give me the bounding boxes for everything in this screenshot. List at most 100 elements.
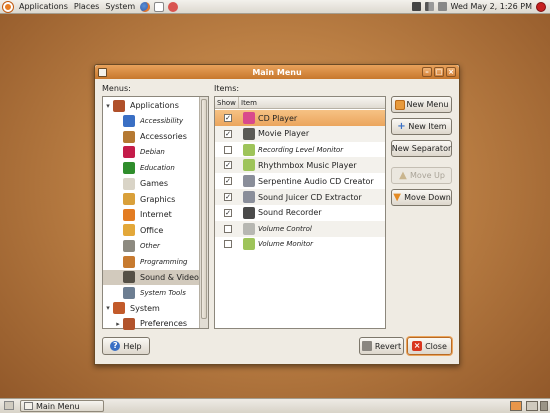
item-row[interactable]: Volume Monitor <box>215 236 385 252</box>
close-button[interactable]: × Close <box>407 337 452 355</box>
minimize-icon[interactable]: – <box>422 67 432 77</box>
main-menu-task-icon <box>24 402 33 410</box>
item-row[interactable]: ✓ CD Player <box>215 110 385 126</box>
show-checkbox[interactable]: ✓ <box>224 193 232 201</box>
mail-notify-icon[interactable] <box>437 2 447 11</box>
show-desktop-icon[interactable] <box>4 401 14 410</box>
workspace-1[interactable] <box>510 401 522 411</box>
menu-category-icon <box>123 224 135 237</box>
show-checkbox[interactable] <box>224 145 232 154</box>
item-icon <box>243 206 255 219</box>
menu-tree-item[interactable]: Games <box>103 176 199 191</box>
menu-tree-item[interactable]: Accessibility <box>103 114 199 129</box>
firefox-launcher-icon[interactable] <box>140 1 151 12</box>
menu-tree-item[interactable]: System Tools <box>103 285 199 300</box>
menu-tree-item[interactable]: Internet <box>103 207 199 222</box>
item-label: CD Player <box>258 113 298 123</box>
close-window-icon[interactable]: × <box>446 67 456 77</box>
new-menu-button[interactable]: New Menu <box>391 96 452 113</box>
menu-tree-item[interactable]: ▾ Applications <box>103 98 199 113</box>
places-menu[interactable]: Places <box>71 2 102 11</box>
item-column-header[interactable]: Item <box>239 97 385 108</box>
expander-icon[interactable]: ▾ <box>103 304 113 312</box>
help-label: Help <box>123 341 142 351</box>
menu-tree-item[interactable]: ▾ System <box>103 301 199 316</box>
arrow-down-icon: ▼ <box>393 191 401 203</box>
title-bar[interactable]: Main Menu – □ × <box>95 65 459 79</box>
menu-tree-item[interactable]: Debian <box>103 145 199 160</box>
menu-category-icon <box>123 255 135 268</box>
tree-indent[interactable]: ▸ <box>113 320 123 328</box>
menu-category-icon <box>113 99 125 112</box>
network-icon[interactable] <box>411 2 421 11</box>
items-label: Items: <box>214 84 240 93</box>
items-list[interactable]: Show Item ✓ CD Player ✓ Movie Player Recordi… <box>214 96 386 329</box>
top-panel: Applications Places System Wed May 2, 1:… <box>0 0 550 14</box>
expander-icon[interactable]: ▾ <box>103 102 113 110</box>
item-label: Rhythmbox Music Player <box>258 160 357 170</box>
menu-tree-item[interactable]: Other <box>103 238 199 253</box>
revert-label: Revert <box>374 341 402 351</box>
item-row[interactable]: ✓ Sound Recorder <box>215 205 385 221</box>
menu-tree-item[interactable]: Accessories <box>103 129 199 144</box>
taskbar-main-menu[interactable]: Main Menu <box>20 400 104 412</box>
show-checkbox[interactable]: ✓ <box>224 129 232 138</box>
menu-category-icon <box>123 208 135 221</box>
help-icon: ? <box>110 341 121 351</box>
revert-button[interactable]: Revert <box>359 337 404 355</box>
show-checkbox[interactable] <box>224 240 232 249</box>
clock[interactable]: Wed May 2, 1:26 PM <box>451 2 532 11</box>
show-checkbox[interactable]: ✓ <box>224 208 232 217</box>
menu-tree-item[interactable]: Sound & Video <box>103 269 199 285</box>
item-row[interactable]: ✓ Serpentine Audio CD Creator <box>215 173 385 189</box>
menus-tree[interactable]: ▾ Applications Accessibility Accessories Deb… <box>102 96 209 331</box>
show-checkbox[interactable] <box>224 224 232 233</box>
power-icon[interactable] <box>536 1 546 12</box>
item-label: Recording Level Monitor <box>258 145 344 154</box>
help-launcher-icon[interactable] <box>168 1 179 12</box>
ubuntu-logo-icon[interactable] <box>3 1 13 12</box>
menu-tree-item[interactable]: Education <box>103 160 199 175</box>
menu-tree-label: Preferences <box>140 319 188 329</box>
menu-tree-item[interactable]: Office <box>103 223 199 238</box>
item-label: Volume Monitor <box>258 240 314 249</box>
trash-icon[interactable] <box>540 401 548 411</box>
new-separator-button[interactable]: New Separator <box>391 140 452 157</box>
maximize-icon[interactable]: □ <box>434 67 444 77</box>
show-checkbox[interactable]: ✓ <box>224 114 232 122</box>
show-checkbox[interactable]: ✓ <box>224 177 232 186</box>
menu-tree-label: Other <box>140 241 160 250</box>
applications-menu[interactable]: Applications <box>16 2 71 11</box>
menu-tree-item[interactable]: Programming <box>103 254 199 269</box>
volume-icon[interactable] <box>424 2 434 11</box>
item-row[interactable]: ✓ Rhythmbox Music Player <box>215 157 385 174</box>
menu-tree-item[interactable]: ▸ Preferences <box>103 316 199 331</box>
move-down-button[interactable]: ▼ Move Down <box>391 189 452 206</box>
show-checkbox[interactable]: ✓ <box>224 161 232 170</box>
task-label: Main Menu <box>36 401 80 411</box>
move-down-label: Move Down <box>404 193 451 202</box>
move-up-button[interactable]: ▲ Move Up <box>391 167 452 184</box>
menu-tree-item[interactable]: Graphics <box>103 192 199 207</box>
menu-category-icon <box>123 271 135 284</box>
new-item-button[interactable]: + New Item <box>391 118 452 135</box>
menu-tree-label: Graphics <box>140 194 176 204</box>
item-row[interactable]: Recording Level Monitor <box>215 142 385 158</box>
workspace-2[interactable] <box>526 401 538 411</box>
show-column-header[interactable]: Show <box>215 97 239 108</box>
system-menu[interactable]: System <box>102 2 138 11</box>
item-icon <box>243 159 255 172</box>
item-row[interactable]: Volume Control <box>215 220 385 237</box>
item-icon <box>243 191 255 203</box>
mail-launcher-icon[interactable] <box>154 1 165 12</box>
item-row[interactable]: ✓ Movie Player <box>215 125 385 142</box>
menu-category-icon <box>123 130 135 143</box>
menu-tree-label: System <box>130 303 160 313</box>
help-button[interactable]: ? Help <box>102 337 150 355</box>
scrollbar-thumb[interactable] <box>201 99 207 319</box>
menus-scrollbar[interactable] <box>199 97 208 328</box>
system-tray: Wed May 2, 1:26 PM <box>411 1 550 12</box>
close-label: Close <box>425 341 447 351</box>
item-row[interactable]: ✓ Sound Juicer CD Extractor <box>215 189 385 205</box>
item-label: Volume Control <box>258 224 312 233</box>
